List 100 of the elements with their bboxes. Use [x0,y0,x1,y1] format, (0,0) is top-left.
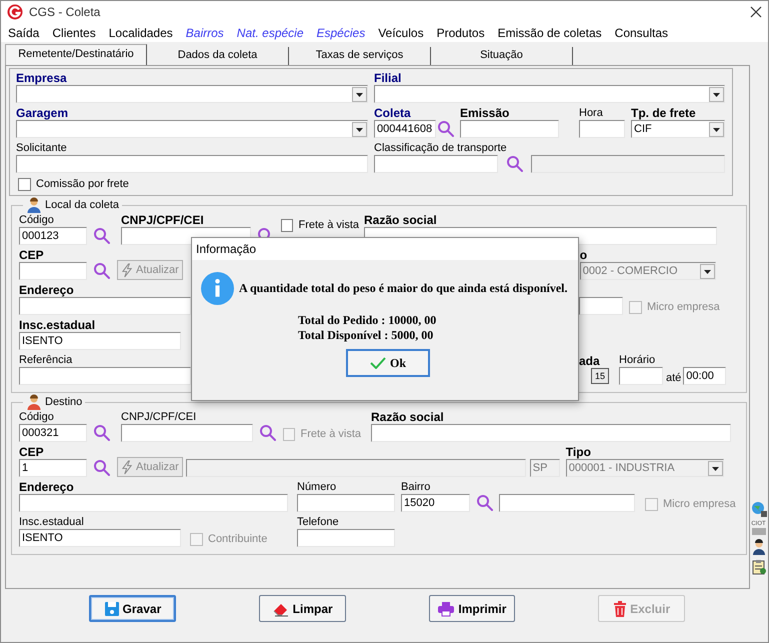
lightning-icon [121,262,134,278]
input-field[interactable]: 000441608 [374,120,436,138]
clipboard-icon[interactable] [750,559,766,575]
person-icon [26,394,42,410]
field-label: Classificação de transporte [374,141,507,155]
checkbox-label: Frete à vista [300,428,361,440]
input-field[interactable] [374,155,498,173]
trash-icon [613,600,628,616]
search-icon[interactable] [437,120,455,138]
input-field[interactable] [121,424,253,442]
caret-icon[interactable] [709,122,724,136]
input-field[interactable] [19,367,191,385]
input-field[interactable] [19,494,288,512]
caret-icon[interactable] [352,86,367,102]
field-label: Insc.estadual [19,318,96,332]
field-label: Filial [374,71,402,85]
field-label: o [580,248,588,262]
input-field[interactable] [499,494,635,512]
menu-item[interactable]: Veículos [373,26,429,40]
field-label: Endereço [19,480,74,494]
menu-item[interactable]: Nat. espécie [232,26,308,40]
person-icon [26,197,42,213]
field-label: Telefone [297,515,339,529]
dropdown-field[interactable] [374,85,725,103]
field-label: Razão social [364,213,437,227]
checkmark-icon [370,357,386,369]
menu-item[interactable]: Saída [3,26,44,40]
dropdown-field[interactable]: CIF [631,120,725,138]
input-field[interactable] [19,297,191,315]
caret-icon[interactable] [352,122,367,136]
menu-item[interactable]: Produtos [432,26,490,40]
info-icon [201,272,234,305]
field-label: Bairro [401,480,430,494]
action-button[interactable]: Limpar [258,595,346,622]
ok-button[interactable]: Ok [346,349,430,377]
input-field[interactable]: 000123 [19,227,87,245]
search-icon[interactable] [259,424,277,442]
input-field[interactable]: 1 [19,459,87,477]
field-label: Solicitante [16,141,67,155]
search-icon[interactable] [93,424,111,442]
printer-icon [437,600,456,616]
dropdown-field[interactable] [16,120,368,138]
input-field[interactable] [460,120,559,138]
field-label: Tp. de frete [631,106,696,120]
checkbox-label: Micro empresa [647,301,720,313]
field-label: Código [19,410,54,424]
person-icon[interactable] [750,539,766,555]
menu-item[interactable]: Emissão de coletas [492,26,607,40]
dialog-message: A quantidade total do peso é maior do que ainda está disponível. [239,281,568,296]
field-label: CEP [19,445,44,459]
group-title: Destino [45,396,82,408]
window-title: CGS - Coleta [29,5,102,19]
input-field[interactable]: 00:00 [683,367,726,385]
input-field[interactable]: 15020 [401,494,470,512]
input-field[interactable] [619,367,663,385]
action-button[interactable]: Gravar [89,595,176,622]
menu-item[interactable]: Bairros [180,26,229,40]
input-field[interactable] [16,155,368,173]
input-field[interactable] [579,297,623,315]
field-label: Emissão [460,106,510,120]
search-icon[interactable] [93,227,111,245]
input-field[interactable] [297,494,395,512]
action-button[interactable]: Imprimir [428,595,516,622]
search-icon[interactable] [476,494,494,512]
close-icon[interactable] [750,6,762,18]
tab[interactable]: Remetente/Destinatário [5,44,147,65]
field-label: até [666,371,682,385]
field-label: CEP [19,248,44,262]
menu-item[interactable]: Consultas [610,26,674,40]
input-field[interactable]: ISENTO [19,529,181,547]
checkbox[interactable] [281,218,294,232]
menu-item[interactable]: Espécies [312,26,370,40]
checkbox[interactable] [18,178,31,190]
dialog-detail: Total Disponível : 5000, 00 [298,328,434,343]
floppy-icon [104,600,120,616]
field-label: Tipo [566,445,591,459]
input-field[interactable] [297,529,395,547]
checkbox-label: Frete à vista [298,219,359,231]
field-label: Horário [619,353,656,367]
field-label: Código [19,213,54,227]
field-label: CNPJ/CPF/CEI [121,410,196,424]
field-label: Endereço [19,283,74,297]
search-icon[interactable] [93,459,111,477]
input-field[interactable]: ISENTO [19,332,181,350]
menu-item[interactable]: Localidades [104,26,178,40]
dialog-detail: Total do Pedido : 10000, 00 [298,313,436,328]
field-label: ada [579,354,600,368]
globe-icon[interactable] [750,501,766,517]
dropdown-field[interactable] [16,85,368,103]
input-field[interactable] [371,424,731,442]
input-field[interactable]: 000321 [19,424,87,442]
caret-icon[interactable] [709,86,724,102]
menu-item[interactable]: Clientes [47,26,101,40]
calendar-button[interactable]: 15 [591,368,609,384]
search-icon[interactable] [93,262,111,280]
field-label: Coleta [374,106,411,120]
input-field[interactable] [19,262,87,280]
field-label: Referência [19,353,72,367]
input-field[interactable] [579,120,625,138]
search-icon[interactable] [506,155,524,173]
